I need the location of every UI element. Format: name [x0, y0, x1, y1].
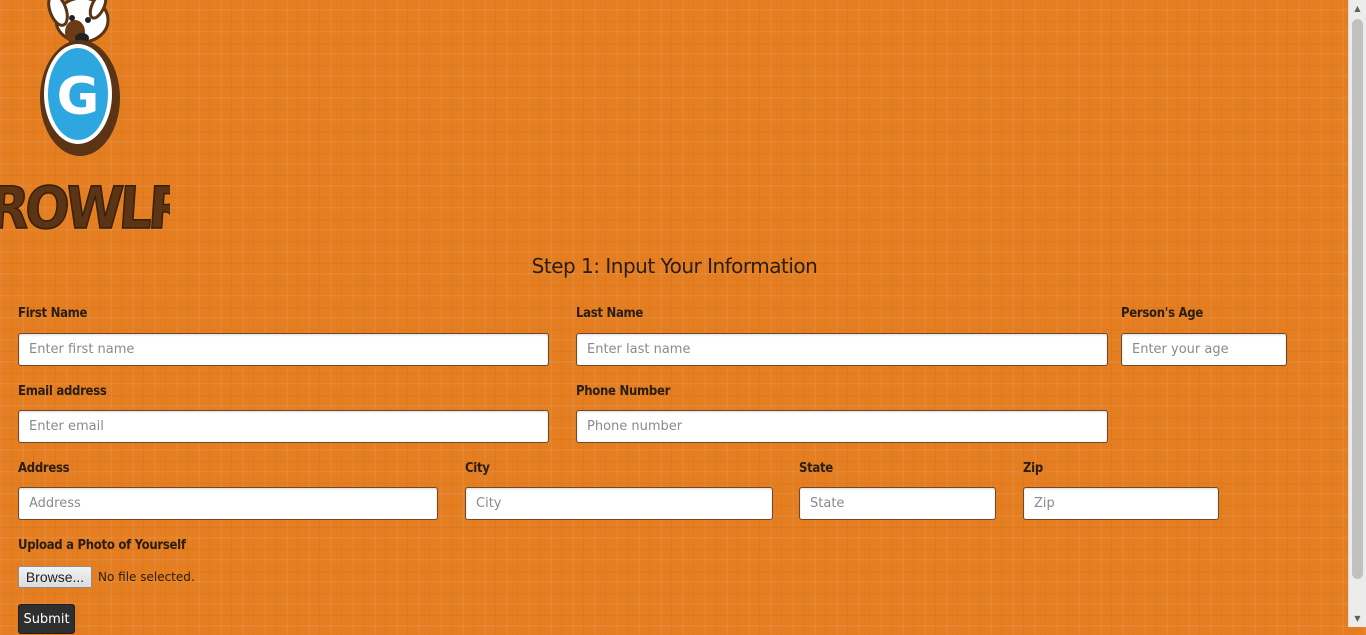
email-label: Email address	[18, 384, 107, 399]
city-label: City	[465, 461, 490, 476]
first-name-input[interactable]	[18, 333, 549, 366]
logo-wordmark: GROWLR	[0, 174, 170, 240]
growlr-logo-icon: G GROWLR	[0, 0, 192, 243]
age-input[interactable]	[1121, 333, 1287, 366]
last-name-input[interactable]	[576, 333, 1108, 366]
growlr-logo[interactable]: G GROWLR	[0, 0, 192, 243]
browse-button[interactable]: Browse...	[18, 566, 92, 588]
page-title: Step 1: Input Your Information	[531, 254, 818, 278]
last-name-label: Last Name	[576, 306, 644, 321]
vertical-scrollbar[interactable]: ▲ ▼	[1348, 0, 1366, 627]
scrollbar-thumb[interactable]	[1352, 19, 1363, 579]
zip-input[interactable]	[1023, 487, 1219, 520]
age-label: Person's Age	[1121, 306, 1203, 321]
scroll-down-arrow-icon[interactable]: ▼	[1349, 610, 1366, 627]
address-input[interactable]	[18, 487, 438, 520]
phone-label: Phone Number	[576, 384, 671, 399]
scroll-up-arrow-icon[interactable]: ▲	[1349, 0, 1366, 17]
first-name-label: First Name	[18, 306, 88, 321]
city-input[interactable]	[465, 487, 773, 520]
state-input[interactable]	[799, 487, 996, 520]
logo-letter: G	[57, 67, 100, 127]
photo-upload-label: Upload a Photo of Yourself	[18, 538, 186, 553]
state-label: State	[799, 461, 833, 476]
submit-button[interactable]: Submit	[18, 604, 75, 634]
address-label: Address	[18, 461, 70, 476]
email-input[interactable]	[18, 410, 549, 443]
phone-input[interactable]	[576, 410, 1108, 443]
file-status: No file selected.	[98, 570, 195, 584]
zip-label: Zip	[1023, 461, 1043, 476]
